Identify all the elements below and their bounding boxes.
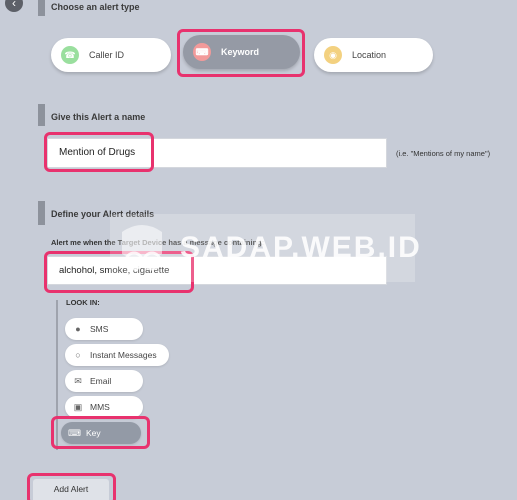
source-email-label: Email <box>90 376 112 386</box>
alert-name-highlight <box>44 132 154 172</box>
phone-icon: ☎ <box>61 46 79 64</box>
keyword-button[interactable]: ⌨ Keyword <box>183 35 300 69</box>
speech-bubble-icon: ● <box>75 324 81 334</box>
look-in-label: LOOK IN: <box>66 298 100 307</box>
source-sms-label: SMS <box>90 324 109 334</box>
caller-id-label: Caller ID <box>89 50 125 60</box>
details-lead-text: Alert me when the Target Device has a me… <box>51 238 265 247</box>
source-sms[interactable]: ● SMS <box>65 318 143 340</box>
location-button[interactable]: ◉ Location <box>314 38 433 72</box>
location-pin-icon: ◉ <box>324 46 342 64</box>
chat-bubbles-icon: ○ <box>75 350 81 360</box>
keyboard-icon: ⌨ <box>193 43 211 61</box>
section-marker <box>38 104 45 126</box>
image-icon: ▣ <box>73 401 83 412</box>
alert-type-title: Choose an alert type <box>51 2 140 12</box>
source-im-label: Instant Messages <box>90 350 157 360</box>
add-alert-highlight <box>27 473 116 500</box>
source-email[interactable]: ✉ Email <box>65 370 143 392</box>
envelope-icon: ✉ <box>74 375 82 386</box>
source-mms-label: MMS <box>90 402 110 412</box>
section-marker <box>38 0 45 16</box>
keyword-label: Keyword <box>221 47 260 57</box>
alert-name-hint: (i.e. "Mentions of my name") <box>396 149 491 158</box>
source-mms[interactable]: ▣ MMS <box>65 396 143 418</box>
key-highlight <box>51 416 150 449</box>
details-title: Define your Alert details <box>51 209 155 219</box>
keywords-highlight <box>44 251 194 293</box>
location-label: Location <box>352 50 387 60</box>
source-instant-messages[interactable]: ○ Instant Messages <box>65 344 169 366</box>
caller-id-button[interactable]: ☎ Caller ID <box>51 38 171 72</box>
alert-name-title: Give this Alert a name <box>51 112 146 122</box>
back-icon[interactable]: ‹ <box>5 0 23 12</box>
section-marker <box>38 201 45 225</box>
